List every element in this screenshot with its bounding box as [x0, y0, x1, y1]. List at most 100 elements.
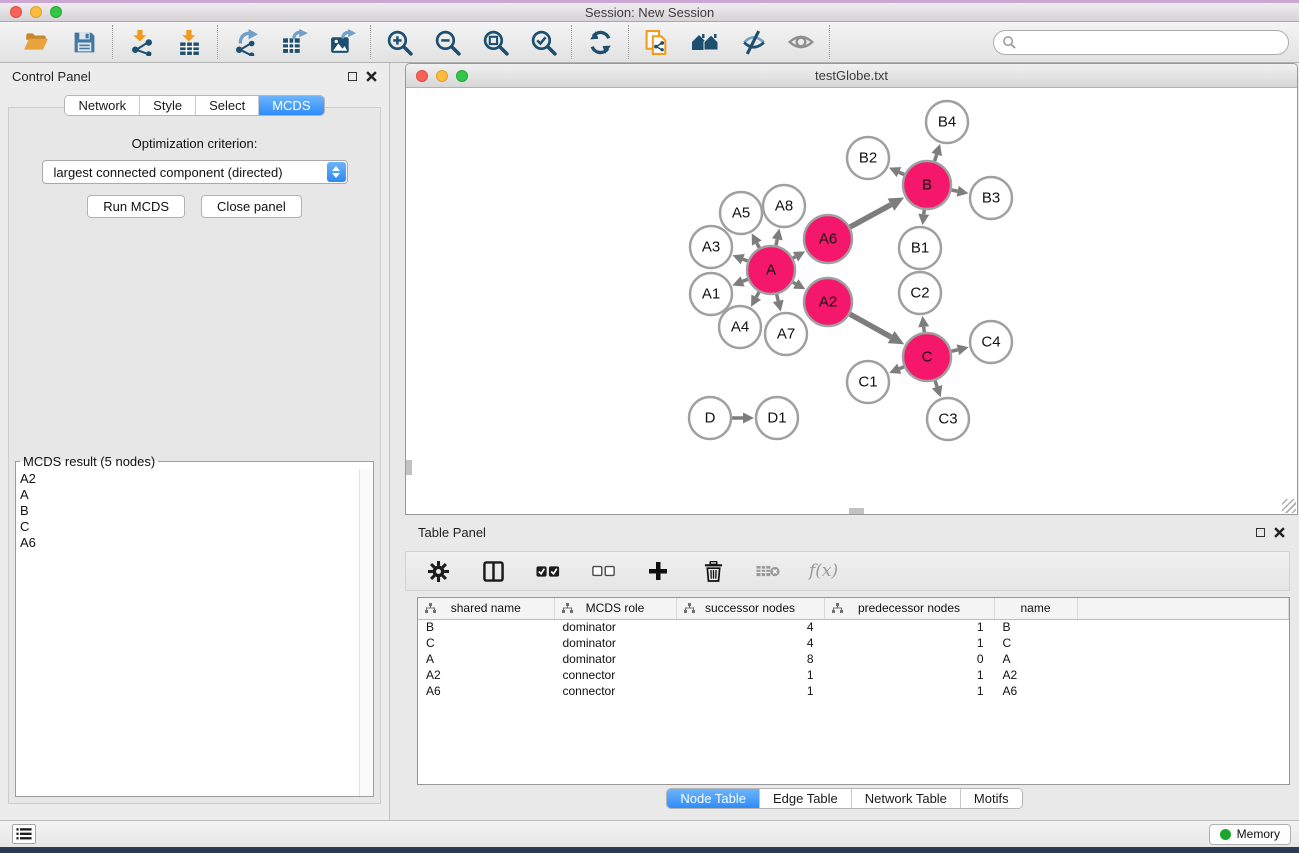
run-mcds-button[interactable]: Run MCDS	[87, 195, 185, 218]
function-builder-button[interactable]: f(x)	[809, 561, 838, 581]
result-item-a2[interactable]: A2	[20, 471, 373, 487]
import-table-button[interactable]	[175, 28, 203, 56]
tab-mcds[interactable]: MCDS	[258, 96, 323, 115]
tab-style[interactable]: Style	[139, 96, 195, 115]
tab-edge-table[interactable]: Edge Table	[759, 789, 851, 808]
graph-node-A5[interactable]: A5	[720, 192, 762, 234]
graph-node-B4[interactable]: B4	[926, 101, 968, 143]
table-float-panel-icon[interactable]	[1256, 528, 1265, 537]
graph-node-B[interactable]: B	[903, 161, 951, 209]
graph-edge-A-A2[interactable]	[793, 279, 806, 289]
result-scrollbar[interactable]	[359, 469, 373, 796]
graph-edge-B-B3[interactable]	[951, 186, 968, 197]
graph-edge-A-A6[interactable]	[793, 251, 805, 261]
graph-node-C4[interactable]: C4	[970, 321, 1012, 363]
graph-node-C[interactable]: C	[903, 333, 951, 381]
graph-node-A3[interactable]: A3	[690, 226, 732, 268]
graph-edge-A-A4[interactable]	[751, 292, 761, 307]
result-item-b[interactable]: B	[20, 503, 373, 519]
import-network-button[interactable]	[127, 28, 155, 56]
column-header-predecessor-nodes[interactable]: predecessor nodes	[824, 598, 994, 619]
create-column-button[interactable]	[644, 557, 672, 585]
graph-node-D[interactable]: D	[689, 397, 731, 439]
result-item-c[interactable]: C	[20, 519, 373, 535]
graph-edge-B-B4[interactable]	[931, 144, 941, 161]
criterion-dropdown[interactable]: largest connected component (directed)	[42, 160, 348, 184]
table-row[interactable]: Adominator80A	[418, 651, 1289, 667]
graph-edge-B-B1[interactable]	[918, 210, 929, 225]
search-input[interactable]	[993, 30, 1289, 55]
table-row[interactable]: A2connector11A2	[418, 667, 1289, 683]
table-row[interactable]: Cdominator41C	[418, 635, 1289, 651]
column-header-successor-nodes[interactable]: successor nodes	[676, 598, 824, 619]
graph-edge-A-A3[interactable]	[732, 254, 747, 264]
graph-node-B2[interactable]: B2	[847, 137, 889, 179]
memory-button[interactable]: Memory	[1209, 824, 1291, 845]
graph-node-A4[interactable]: A4	[719, 306, 761, 348]
graph-node-A[interactable]: A	[747, 246, 795, 294]
result-item-a[interactable]: A	[20, 487, 373, 503]
column-header-name[interactable]: name	[994, 598, 1077, 619]
tab-network[interactable]: Network	[65, 96, 139, 115]
graph-node-D1[interactable]: D1	[756, 397, 798, 439]
show-all-button[interactable]	[787, 28, 815, 56]
graph-edge-C-C3[interactable]	[932, 381, 942, 398]
graph-edge-B-B2[interactable]	[889, 167, 904, 177]
graph-edge-C-C4[interactable]	[951, 344, 968, 355]
graph-edge-A2-C[interactable]	[850, 314, 904, 344]
zoom-selected-button[interactable]	[529, 28, 557, 56]
column-header-shared-name[interactable]: shared name	[418, 598, 554, 619]
export-table-button[interactable]	[280, 28, 308, 56]
hide-selected-button[interactable]	[739, 28, 767, 56]
float-panel-icon[interactable]	[348, 72, 357, 81]
zoom-fit-button[interactable]	[481, 28, 509, 56]
export-network-button[interactable]	[232, 28, 260, 56]
first-neighbors-button[interactable]	[691, 28, 719, 56]
task-history-button[interactable]	[12, 824, 36, 844]
tab-node-table[interactable]: Node Table	[667, 789, 759, 808]
graph-node-B1[interactable]: B1	[899, 227, 941, 269]
graph-edge-C-C1[interactable]	[889, 364, 904, 374]
show-column-button[interactable]	[479, 557, 507, 585]
unselect-all-columns-button[interactable]	[589, 557, 617, 585]
export-image-button[interactable]	[328, 28, 356, 56]
select-all-columns-button[interactable]	[534, 557, 562, 585]
table-row[interactable]: Bdominator41B	[418, 619, 1289, 635]
graph-node-C1[interactable]: C1	[847, 361, 889, 403]
graph-node-A7[interactable]: A7	[765, 313, 807, 355]
graph-node-A2[interactable]: A2	[804, 278, 852, 326]
column-header-mcds-role[interactable]: MCDS role	[554, 598, 676, 619]
vertical-scroll-thumb[interactable]	[406, 460, 412, 475]
graph-edge-D-D1[interactable]	[732, 413, 754, 424]
graph-edge-C-C2[interactable]	[918, 316, 929, 332]
graph-edge-A-A1[interactable]	[732, 276, 747, 286]
node-table[interactable]: shared nameMCDS rolesuccessor nodesprede…	[417, 597, 1290, 785]
zoom-in-button[interactable]	[385, 28, 413, 56]
table-row[interactable]: A6connector11A6	[418, 683, 1289, 699]
table-close-panel-icon[interactable]	[1274, 527, 1285, 538]
new-network-from-selection-button[interactable]	[643, 28, 671, 56]
horizontal-scroll-thumb[interactable]	[849, 508, 864, 514]
graph-node-A8[interactable]: A8	[763, 185, 805, 227]
resize-grip[interactable]	[1282, 499, 1296, 513]
close-panel-button[interactable]: Close panel	[201, 195, 302, 218]
save-session-button[interactable]	[70, 28, 98, 56]
tab-network-table[interactable]: Network Table	[851, 789, 960, 808]
graph-node-B3[interactable]: B3	[970, 177, 1012, 219]
delete-column-button[interactable]	[699, 557, 727, 585]
graph-edge-A-A5[interactable]	[752, 233, 762, 248]
graph-node-A1[interactable]: A1	[690, 273, 732, 315]
delete-table-button[interactable]	[754, 557, 782, 585]
table-settings-button[interactable]	[424, 557, 452, 585]
graph-edge-A-A7[interactable]	[773, 294, 784, 311]
network-canvas[interactable]: A A1 A3 A4 A5 A7 A8A6 A2 B B1 B2 B3B4 C C1 C2 C3C4 D D1	[406, 88, 1297, 514]
graph-node-A6[interactable]: A6	[804, 215, 852, 263]
zoom-out-button[interactable]	[433, 28, 461, 56]
graph-node-C2[interactable]: C2	[899, 272, 941, 314]
tab-select[interactable]: Select	[195, 96, 258, 115]
tab-motifs[interactable]: Motifs	[960, 789, 1022, 808]
graph-edge-A6-B[interactable]	[850, 197, 904, 227]
open-session-button[interactable]	[22, 28, 50, 56]
graph-node-C3[interactable]: C3	[927, 398, 969, 440]
refresh-button[interactable]	[586, 28, 614, 56]
